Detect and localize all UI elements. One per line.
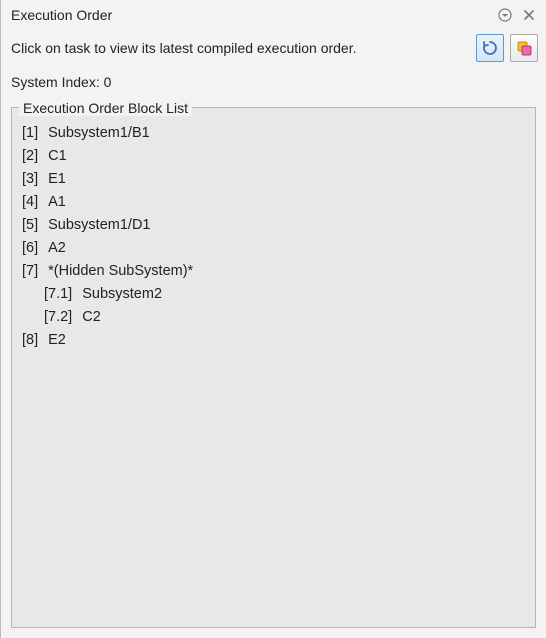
- list-item-name: E2: [48, 332, 66, 348]
- system-index-label: System Index:: [11, 74, 104, 90]
- list-item-name: Subsystem2: [82, 286, 162, 302]
- list-item-index: [7]: [22, 260, 38, 283]
- list-item[interactable]: [5] Subsystem1/D1: [22, 214, 525, 237]
- list-item-name: A2: [48, 240, 66, 256]
- list-item[interactable]: [7.1] Subsystem2: [22, 283, 525, 306]
- system-index-row: System Index: 0: [1, 64, 546, 96]
- panel-title: Execution Order: [11, 7, 490, 23]
- list-item-name: Subsystem1/D1: [48, 217, 150, 233]
- list-item-index: [3]: [22, 168, 38, 191]
- close-icon[interactable]: [520, 6, 538, 24]
- highlight-button[interactable]: [510, 34, 538, 62]
- panel-titlebar: Execution Order: [1, 0, 546, 28]
- list-item-name: E1: [48, 171, 66, 187]
- list-item-name: Subsystem1/B1: [48, 125, 150, 141]
- list-item-index: [5]: [22, 214, 38, 237]
- list-item-index: [6]: [22, 237, 38, 260]
- list-item[interactable]: [3] E1: [22, 168, 525, 191]
- list-item-index: [4]: [22, 191, 38, 214]
- block-list-group: Execution Order Block List [1] Subsystem1…: [11, 100, 536, 628]
- list-item[interactable]: [4] A1: [22, 191, 525, 214]
- list-item-name: *(Hidden SubSystem)*: [48, 263, 193, 279]
- instruction-text: Click on task to view its latest compile…: [11, 40, 470, 56]
- list-item-name: C1: [48, 148, 67, 164]
- list-item[interactable]: [1] Subsystem1/B1: [22, 122, 525, 145]
- block-list[interactable]: [1] Subsystem1/B1 [2] C1 [3] E1 [4] A1 [5] Subsys…: [11, 107, 536, 628]
- instruction-row: Click on task to view its latest compile…: [1, 28, 546, 64]
- list-item-name: C2: [82, 309, 101, 325]
- list-item[interactable]: [7] *(Hidden SubSystem)*: [22, 260, 525, 283]
- system-index-value: 0: [104, 74, 112, 90]
- list-item[interactable]: [8] E2: [22, 329, 525, 352]
- refresh-button[interactable]: [476, 34, 504, 62]
- list-item-index: [7.1]: [44, 283, 72, 306]
- highlight-icon: [515, 39, 533, 57]
- list-item-index: [1]: [22, 122, 38, 145]
- list-item[interactable]: [7.2] C2: [22, 306, 525, 329]
- list-item-name: A1: [48, 194, 66, 210]
- list-item[interactable]: [2] C1: [22, 145, 525, 168]
- list-item-index: [8]: [22, 329, 38, 352]
- list-item[interactable]: [6] A2: [22, 237, 525, 260]
- list-item-index: [7.2]: [44, 306, 72, 329]
- list-item-index: [2]: [22, 145, 38, 168]
- panel-menu-icon[interactable]: [496, 6, 514, 24]
- block-list-group-label: Execution Order Block List: [19, 100, 192, 116]
- refresh-icon: [481, 39, 499, 57]
- execution-order-panel: Execution Order Click on task to view it…: [1, 0, 546, 638]
